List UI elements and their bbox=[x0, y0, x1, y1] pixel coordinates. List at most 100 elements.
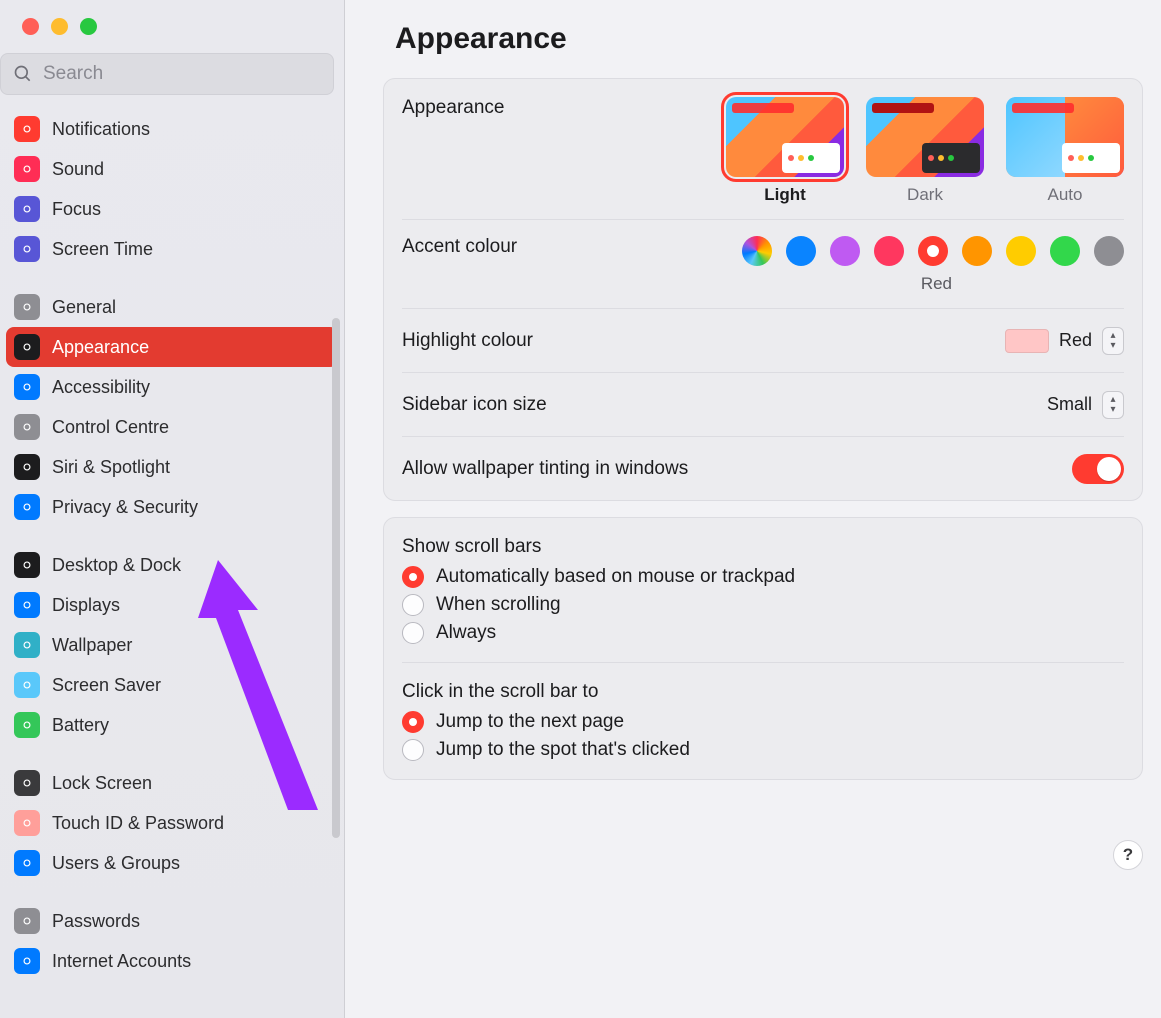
sidebar-item-lock-screen[interactable]: Lock Screen bbox=[6, 763, 338, 803]
sidebar-item-focus[interactable]: Focus bbox=[6, 189, 338, 229]
sidebar-item-label: Internet Accounts bbox=[52, 951, 191, 972]
sidebar-nav[interactable]: Notifications Sound Focus Screen Time Genera… bbox=[0, 99, 344, 1018]
lock-icon bbox=[14, 770, 40, 796]
sidebar-item-siri-spotlight[interactable]: Siri & Spotlight bbox=[6, 447, 338, 487]
hourglass-icon bbox=[14, 236, 40, 262]
sidebar-item-label: Desktop & Dock bbox=[52, 555, 181, 576]
dock-icon bbox=[14, 552, 40, 578]
radio-option[interactable]: Always bbox=[402, 622, 1124, 644]
appearance-thumb bbox=[866, 97, 984, 177]
scroll-panel: Show scroll bars Automatically based on … bbox=[383, 517, 1143, 780]
accent-swatch-5[interactable] bbox=[962, 236, 992, 266]
siri-icon bbox=[14, 454, 40, 480]
accent-swatch-0[interactable] bbox=[742, 236, 772, 266]
sidebar-item-label: Accessibility bbox=[52, 377, 150, 398]
radio-label: Automatically based on mouse or trackpad bbox=[436, 566, 795, 588]
sidebar-item-screen-time[interactable]: Screen Time bbox=[6, 229, 338, 269]
highlight-label: Highlight colour bbox=[402, 330, 533, 352]
appearance-thumb bbox=[726, 97, 844, 177]
appearance-options: Light Dark Auto bbox=[726, 97, 1124, 205]
zoom-window-button[interactable] bbox=[80, 18, 97, 35]
accent-swatch-3[interactable] bbox=[874, 236, 904, 266]
appearance-option-light[interactable]: Light bbox=[726, 97, 844, 205]
sidebar-item-battery[interactable]: Battery bbox=[6, 705, 338, 745]
accent-swatch-2[interactable] bbox=[830, 236, 860, 266]
highlight-stepper[interactable]: ▴▾ bbox=[1102, 327, 1124, 355]
search-field[interactable] bbox=[0, 53, 334, 95]
sidebar-icon-value: Small bbox=[1047, 394, 1092, 415]
sidebar-item-appearance[interactable]: Appearance bbox=[6, 327, 338, 367]
sidebar-item-passwords[interactable]: Passwords bbox=[6, 901, 338, 941]
sidebar-item-label: Wallpaper bbox=[52, 635, 132, 656]
minimize-window-button[interactable] bbox=[51, 18, 68, 35]
page-title: Appearance bbox=[395, 22, 1143, 56]
sidebar-item-wallpaper[interactable]: Wallpaper bbox=[6, 625, 338, 665]
click-scroll-options: Jump to the next page Jump to the spot th… bbox=[402, 711, 1124, 761]
sidebar-item-general[interactable]: General bbox=[6, 287, 338, 327]
radio-icon bbox=[402, 566, 424, 588]
sidebar-item-label: Screen Time bbox=[52, 239, 153, 260]
battery-icon bbox=[14, 712, 40, 738]
display-icon bbox=[14, 592, 40, 618]
tinting-toggle[interactable] bbox=[1072, 454, 1124, 484]
appearance-thumb bbox=[1006, 97, 1124, 177]
fingerprint-icon bbox=[14, 810, 40, 836]
radio-option[interactable]: Jump to the spot that's clicked bbox=[402, 739, 1124, 761]
sidebar-item-label: Screen Saver bbox=[52, 675, 161, 696]
bell-icon bbox=[14, 116, 40, 142]
radio-option[interactable]: Jump to the next page bbox=[402, 711, 1124, 733]
accent-swatches bbox=[742, 236, 1124, 266]
sidebar-item-accessibility[interactable]: Accessibility bbox=[6, 367, 338, 407]
switches-icon bbox=[14, 414, 40, 440]
help-button[interactable]: ? bbox=[1113, 840, 1143, 870]
search-input[interactable] bbox=[43, 63, 321, 85]
appearance-panel: Appearance LightDarkAuto Accent colour R… bbox=[383, 78, 1143, 501]
sidebar-item-label: Control Centre bbox=[52, 417, 169, 438]
sidebar-item-desktop-dock[interactable]: Desktop & Dock bbox=[6, 545, 338, 585]
window-controls bbox=[0, 0, 344, 35]
radio-label: When scrolling bbox=[436, 594, 561, 616]
wallpaper-icon bbox=[14, 632, 40, 658]
main-content: Appearance Appearance LightDarkAuto Acce… bbox=[345, 0, 1161, 1018]
highlight-swatch bbox=[1005, 329, 1049, 353]
radio-icon bbox=[402, 594, 424, 616]
sidebar-item-label: Touch ID & Password bbox=[52, 813, 224, 834]
sidebar-item-label: Sound bbox=[52, 159, 104, 180]
appearance-label: Appearance bbox=[402, 97, 504, 119]
appearance-option-dark[interactable]: Dark bbox=[866, 97, 984, 205]
sidebar-item-touch-id-password[interactable]: Touch ID & Password bbox=[6, 803, 338, 843]
radio-option[interactable]: When scrolling bbox=[402, 594, 1124, 616]
appearance-option-label: Dark bbox=[907, 185, 943, 205]
speaker-icon bbox=[14, 156, 40, 182]
sidebar-item-control-centre[interactable]: Control Centre bbox=[6, 407, 338, 447]
radio-option[interactable]: Automatically based on mouse or trackpad bbox=[402, 566, 1124, 588]
sidebar-item-notifications[interactable]: Notifications bbox=[6, 109, 338, 149]
sidebar-icon-stepper[interactable]: ▴▾ bbox=[1102, 391, 1124, 419]
accent-swatch-4[interactable] bbox=[918, 236, 948, 266]
radio-icon bbox=[402, 739, 424, 761]
close-window-button[interactable] bbox=[22, 18, 39, 35]
sidebar-item-internet-accounts[interactable]: Internet Accounts bbox=[6, 941, 338, 981]
highlight-value: Red bbox=[1059, 330, 1092, 351]
hand-icon bbox=[14, 494, 40, 520]
radio-label: Jump to the next page bbox=[436, 711, 624, 733]
appearance-option-auto[interactable]: Auto bbox=[1006, 97, 1124, 205]
users-icon bbox=[14, 850, 40, 876]
sidebar-item-displays[interactable]: Displays bbox=[6, 585, 338, 625]
screensaver-icon bbox=[14, 672, 40, 698]
sidebar-scrollbar[interactable] bbox=[332, 318, 340, 838]
appearance-option-label: Auto bbox=[1048, 185, 1083, 205]
tinting-label: Allow wallpaper tinting in windows bbox=[402, 458, 688, 480]
sidebar-item-label: Siri & Spotlight bbox=[52, 457, 170, 478]
accent-swatch-6[interactable] bbox=[1006, 236, 1036, 266]
accent-swatch-1[interactable] bbox=[786, 236, 816, 266]
sidebar-item-users-groups[interactable]: Users & Groups bbox=[6, 843, 338, 883]
sidebar-item-label: Lock Screen bbox=[52, 773, 152, 794]
accent-swatch-7[interactable] bbox=[1050, 236, 1080, 266]
sidebar-item-sound[interactable]: Sound bbox=[6, 149, 338, 189]
sidebar-item-screen-saver[interactable]: Screen Saver bbox=[6, 665, 338, 705]
click-scroll-label: Click in the scroll bar to bbox=[402, 681, 1124, 703]
sidebar-item-privacy-security[interactable]: Privacy & Security bbox=[6, 487, 338, 527]
accent-swatch-8[interactable] bbox=[1094, 236, 1124, 266]
moon-icon bbox=[14, 196, 40, 222]
